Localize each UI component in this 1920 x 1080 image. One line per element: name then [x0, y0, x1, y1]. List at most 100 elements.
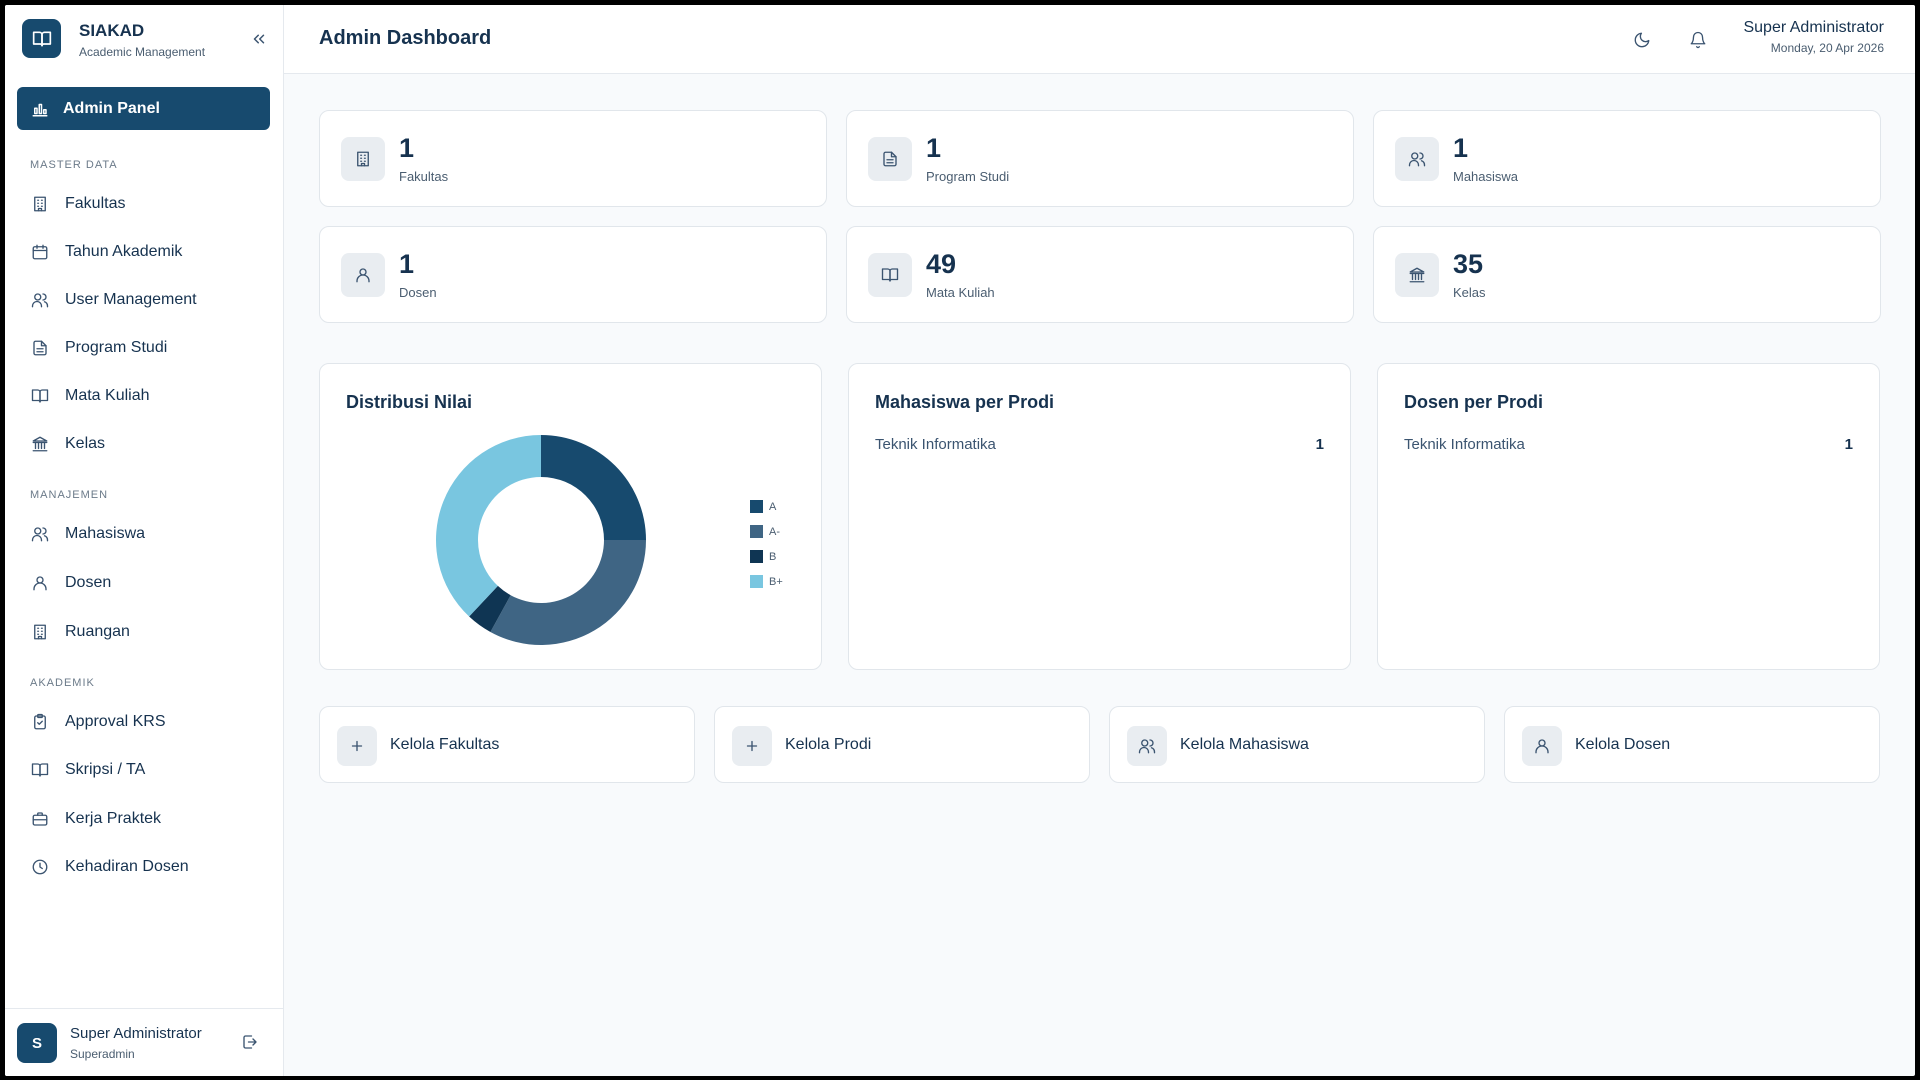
stat-card-kelas: 35 Kelas: [1373, 226, 1881, 323]
bar-chart-icon: [31, 100, 49, 118]
users-icon: [31, 525, 49, 543]
sidebar-item-label: Fakultas: [65, 195, 126, 212]
logout-button[interactable]: [241, 1033, 261, 1053]
prodi-count: 1: [1315, 436, 1324, 453]
logout-icon: [241, 1033, 259, 1051]
stat-label: Kelas: [1453, 285, 1486, 300]
stat-card-mahasiswa: 1 Mahasiswa: [1373, 110, 1881, 207]
quick-action-label: Kelola Fakultas: [390, 736, 500, 753]
legend-item: B+: [750, 569, 783, 594]
sidebar-item-mata-kuliah[interactable]: Mata Kuliah: [17, 378, 270, 414]
users-icon: [31, 291, 49, 309]
users-icon: [1127, 726, 1167, 766]
kelola-fakultas-button[interactable]: Kelola Fakultas: [319, 706, 695, 783]
document-icon: [868, 137, 912, 181]
sidebar-item-dosen[interactable]: Dosen: [17, 565, 270, 601]
stat-label: Mahasiswa: [1453, 169, 1519, 184]
sidebar-item-admin-panel[interactable]: Admin Panel: [17, 87, 270, 130]
kelola-mahasiswa-button[interactable]: Kelola Mahasiswa: [1109, 706, 1485, 783]
distribusi-nilai-panel: Distribusi Nilai A A- B B+: [319, 363, 822, 670]
app-window: SIAKAD Academic Management Admin Panel M…: [5, 5, 1915, 1076]
sidebar-item-tahun-akademik[interactable]: Tahun Akademik: [17, 234, 270, 270]
collapse-sidebar-button[interactable]: [247, 27, 271, 51]
list-item: Teknik Informatika 1: [1404, 436, 1853, 453]
theme-toggle-button[interactable]: [1631, 29, 1653, 51]
sidebar-item-label: Admin Panel: [63, 99, 160, 117]
sidebar-item-program-studi[interactable]: Program Studi: [17, 330, 270, 366]
plus-icon: [337, 726, 377, 766]
kelola-prodi-button[interactable]: Kelola Prodi: [714, 706, 1090, 783]
sidebar-item-kerja-praktek[interactable]: Kerja Praktek: [17, 801, 270, 837]
building-icon: [31, 195, 49, 213]
stat-value: 1: [399, 133, 415, 163]
panel-title: Dosen per Prodi: [1404, 392, 1544, 412]
sidebar: SIAKAD Academic Management Admin Panel M…: [5, 5, 284, 1076]
header-user-info[interactable]: Super Administrator Monday, 20 Apr 2026: [1743, 19, 1884, 55]
legend-swatch: [750, 575, 763, 588]
stat-card-mata-kuliah: 49 Mata Kuliah: [846, 226, 1354, 323]
legend-item: B: [750, 544, 783, 569]
user-icon: [341, 253, 385, 297]
sidebar-item-ruangan[interactable]: Ruangan: [17, 614, 270, 650]
sidebar-item-label: Dosen: [65, 574, 112, 591]
bank-icon: [31, 435, 49, 453]
dosen-per-prodi-panel: Dosen per Prodi Teknik Informatika 1: [1377, 363, 1880, 670]
legend-item: A-: [750, 519, 783, 544]
book-icon: [31, 761, 49, 779]
section-label-manajemen: MANAJEMEN: [30, 489, 109, 501]
sidebar-item-label: Ruangan: [65, 623, 130, 640]
sidebar-item-label: Mata Kuliah: [65, 387, 150, 404]
pie-slice-B+: [436, 435, 541, 617]
book-logo-icon: [22, 19, 61, 58]
sidebar-item-label: Kelas: [65, 435, 106, 452]
prodi-name: Teknik Informatika: [1404, 436, 1525, 453]
notifications-button[interactable]: [1687, 29, 1709, 51]
legend-swatch: [750, 550, 763, 563]
legend-item: A: [750, 494, 783, 519]
brand-name: SIAKAD: [79, 21, 145, 40]
sidebar-item-label: Approval KRS: [65, 713, 166, 730]
sidebar-item-kelas[interactable]: Kelas: [17, 426, 270, 462]
chart-legend: A A- B B+: [750, 494, 783, 594]
sidebar-item-user-management[interactable]: User Management: [17, 282, 270, 318]
legend-swatch: [750, 525, 763, 538]
sidebar-item-skripsi[interactable]: Skripsi / TA: [17, 752, 270, 788]
header-date: Monday, 20 Apr 2026: [1770, 41, 1884, 55]
donut-chart: [436, 435, 646, 645]
footer-user-name: Super Administrator: [70, 1025, 202, 1042]
legend-swatch: [750, 500, 763, 513]
mahasiswa-per-prodi-panel: Mahasiswa per Prodi Teknik Informatika 1: [848, 363, 1351, 670]
stat-value: 1: [926, 133, 942, 163]
page-title: Admin Dashboard: [319, 27, 492, 49]
legend-label: A-: [769, 525, 780, 538]
prodi-count: 1: [1844, 436, 1853, 453]
legend-label: B+: [769, 575, 783, 588]
document-icon: [31, 339, 49, 357]
stat-label: Dosen: [399, 285, 437, 300]
sidebar-item-mahasiswa[interactable]: Mahasiswa: [17, 516, 270, 552]
briefcase-icon: [31, 810, 49, 828]
list-item: Teknik Informatika 1: [875, 436, 1324, 453]
top-header: Admin Dashboard Super Administrator Mond…: [284, 5, 1915, 74]
stat-label: Fakultas: [399, 169, 449, 184]
user-icon: [31, 574, 49, 592]
sidebar-item-label: Kehadiran Dosen: [65, 858, 189, 875]
pie-slice-A: [541, 435, 646, 540]
sidebar-item-fakultas[interactable]: Fakultas: [17, 186, 270, 222]
sidebar-item-label: Kerja Praktek: [65, 810, 162, 827]
kelola-dosen-button[interactable]: Kelola Dosen: [1504, 706, 1880, 783]
sidebar-item-approval-krs[interactable]: Approval KRS: [17, 704, 270, 740]
book-icon: [868, 253, 912, 297]
stat-card-fakultas: 1 Fakultas: [319, 110, 827, 207]
clock-icon: [31, 858, 49, 876]
legend-label: B: [769, 550, 777, 563]
brand-subtitle: Academic Management: [79, 45, 206, 59]
section-label-master-data: MASTER DATA: [30, 159, 118, 171]
sidebar-item-kehadiran-dosen[interactable]: Kehadiran Dosen: [17, 849, 270, 885]
stat-value: 1: [1453, 133, 1469, 163]
avatar: S: [17, 1023, 57, 1063]
clipboard-check-icon: [31, 713, 49, 731]
stat-value: 1: [399, 249, 415, 279]
bell-icon: [1689, 31, 1707, 49]
panel-title: Mahasiswa per Prodi: [875, 392, 1055, 412]
